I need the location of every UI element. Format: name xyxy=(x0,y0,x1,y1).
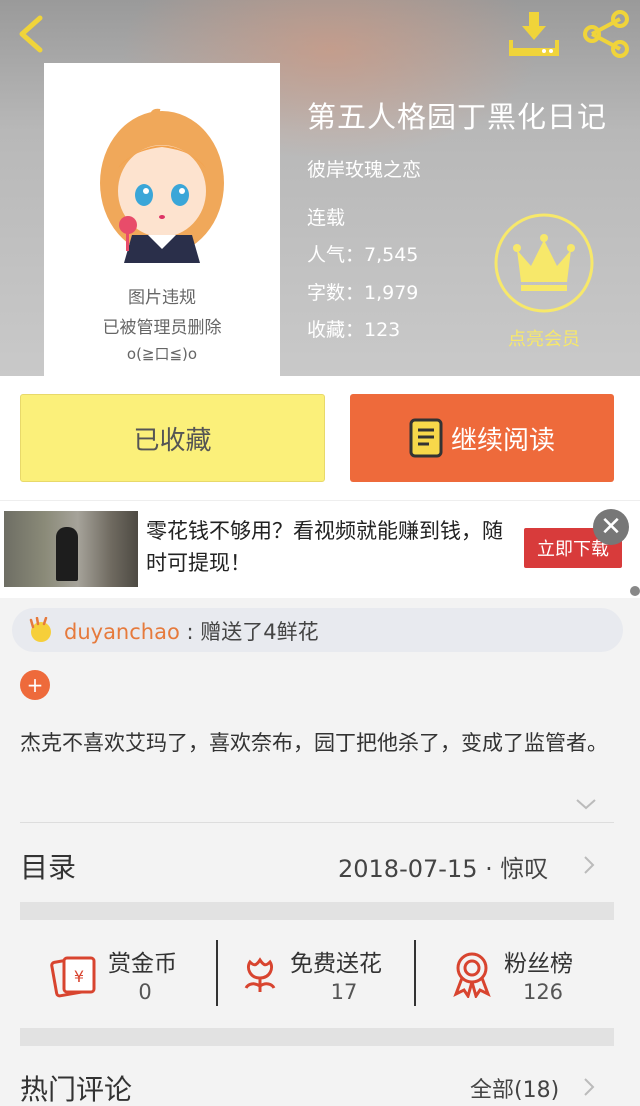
chevron-right-icon[interactable] xyxy=(582,1076,596,1098)
crown-icon xyxy=(494,213,594,313)
continue-reading-button[interactable]: 继续阅读 xyxy=(350,394,614,482)
ad-text: 零花钱不够用？看视频就能赚到钱，随时可提现！ xyxy=(146,519,503,575)
chevron-left-icon xyxy=(19,15,43,53)
ad-image xyxy=(4,511,138,587)
book-cover: 图片违规 已被管理员删除 o(≧口≦)o xyxy=(44,63,280,376)
chevron-down-icon[interactable] xyxy=(574,796,598,812)
book-word-count: 字数：1,979 xyxy=(307,282,419,304)
book-header: 图片违规 已被管理员删除 o(≧口≦)o 第五人格园丁黑化日记 彼岸玫瑰之恋 连… xyxy=(0,0,640,376)
add-button[interactable]: + xyxy=(20,670,50,700)
book-popularity: 人气：7,545 xyxy=(307,244,419,266)
toc-label[interactable]: 目录 xyxy=(20,846,76,886)
share-button[interactable] xyxy=(580,10,632,58)
ad-marker-icon xyxy=(630,586,640,596)
svg-text:¥: ¥ xyxy=(74,967,84,986)
free-flower-value: 17 xyxy=(330,980,358,1004)
hot-comments-label: 热门评论 xyxy=(20,1073,133,1106)
anime-girl-illustration xyxy=(100,108,224,263)
download-button[interactable] xyxy=(508,10,560,58)
share-icon xyxy=(583,10,629,58)
fan-ranking-label: 粉丝榜 xyxy=(504,951,573,977)
stat-divider xyxy=(414,940,416,1006)
free-flower-label: 免费送花 xyxy=(290,951,382,977)
all-comments-link[interactable]: 全部(18) xyxy=(470,1072,559,1104)
cover-removed-notice: 已被管理员删除 xyxy=(102,318,222,338)
medal-icon xyxy=(453,952,491,998)
book-status: 连载 xyxy=(307,207,346,229)
section-separator xyxy=(20,1028,614,1046)
back-button[interactable] xyxy=(12,12,52,56)
favorited-button[interactable]: 已收藏 xyxy=(20,394,325,482)
gift-message: : 赠送了4鲜花 xyxy=(179,620,319,644)
reward-coin-value: 0 xyxy=(138,980,152,1004)
continue-reading-label: 继续阅读 xyxy=(450,425,555,456)
stat-divider xyxy=(216,940,218,1006)
vip-label[interactable]: 点亮会员 xyxy=(480,325,608,351)
toc-latest-chapter[interactable]: 2018-07-15 · 惊叹 xyxy=(338,849,548,884)
gift-badge-icon xyxy=(29,617,51,642)
section-separator xyxy=(20,902,614,920)
gift-notice-text: duyanchao : 赠送了4鲜花 xyxy=(64,616,319,646)
book-title: 第五人格园丁黑化日记 xyxy=(307,100,608,134)
book-description: 杰克不喜欢艾玛了，喜欢奈布，园丁把他杀了，变成了监管者。 xyxy=(20,731,608,755)
chevron-right-icon[interactable] xyxy=(582,854,596,876)
reward-coin-icon: ¥ xyxy=(50,956,96,998)
divider xyxy=(20,822,614,823)
book-favorites: 收藏：123 xyxy=(307,319,401,341)
fan-ranking-stat[interactable]: 粉丝榜 126 xyxy=(450,940,600,1006)
fan-ranking-value: 126 xyxy=(522,980,564,1004)
book-icon xyxy=(409,418,443,458)
flower-icon xyxy=(244,957,276,992)
cover-removed-notice: 图片违规 xyxy=(128,288,196,308)
gift-username[interactable]: duyanchao xyxy=(64,620,180,644)
free-flower-stat[interactable]: 免费送花 17 xyxy=(238,940,408,1006)
reward-coin-label: 赏金币 xyxy=(108,951,177,977)
book-author[interactable]: 彼岸玫瑰之恋 xyxy=(307,155,421,182)
cover-removed-emoticon: o(≧口≦)o xyxy=(126,345,198,363)
close-icon[interactable]: ✕ xyxy=(593,509,629,545)
download-icon xyxy=(509,12,559,56)
reward-coin-stat[interactable]: ¥ 赏金币 0 xyxy=(50,940,210,1006)
vip-button[interactable] xyxy=(493,212,595,314)
